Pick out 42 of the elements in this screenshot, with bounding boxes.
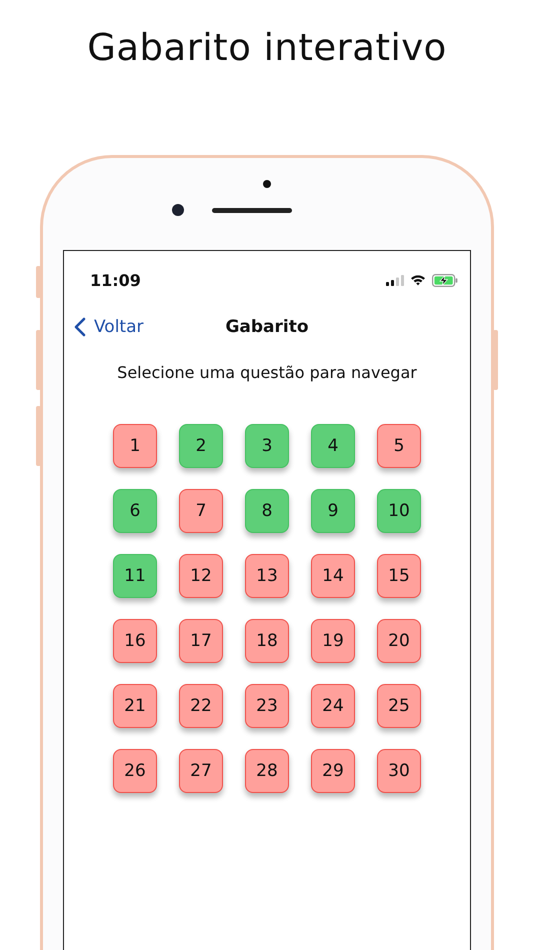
question-button[interactable]: 22 xyxy=(179,684,223,728)
battery-charging-icon xyxy=(432,274,458,286)
question-button[interactable]: 12 xyxy=(179,554,223,598)
question-button[interactable]: 6 xyxy=(113,489,157,533)
question-button[interactable]: 15 xyxy=(377,554,421,598)
sensor-icon xyxy=(263,180,271,188)
question-button[interactable]: 28 xyxy=(245,749,289,793)
question-button[interactable]: 18 xyxy=(245,619,289,663)
question-button[interactable]: 7 xyxy=(179,489,223,533)
status-time: 11:09 xyxy=(90,270,141,290)
wifi-icon xyxy=(410,274,426,286)
question-button[interactable]: 25 xyxy=(377,684,421,728)
question-button[interactable]: 13 xyxy=(245,554,289,598)
question-button[interactable]: 10 xyxy=(377,489,421,533)
question-button[interactable]: 23 xyxy=(245,684,289,728)
question-button[interactable]: 30 xyxy=(377,749,421,793)
question-button[interactable]: 17 xyxy=(179,619,223,663)
question-button[interactable]: 9 xyxy=(311,489,355,533)
question-button[interactable]: 1 xyxy=(113,424,157,468)
question-button[interactable]: 20 xyxy=(377,619,421,663)
question-button[interactable]: 27 xyxy=(179,749,223,793)
question-button[interactable]: 21 xyxy=(113,684,157,728)
question-button[interactable]: 19 xyxy=(311,619,355,663)
instruction-text: Selecione uma questão para navegar xyxy=(116,363,418,382)
speaker-icon xyxy=(212,208,292,212)
question-button[interactable]: 4 xyxy=(311,424,355,468)
back-button[interactable]: Voltar xyxy=(74,317,144,337)
question-button[interactable]: 16 xyxy=(113,619,157,663)
question-button[interactable]: 8 xyxy=(245,489,289,533)
question-button[interactable]: 5 xyxy=(377,424,421,468)
question-button[interactable]: 14 xyxy=(311,554,355,598)
camera-icon xyxy=(172,204,184,216)
question-button[interactable]: 26 xyxy=(113,749,157,793)
signal-icon xyxy=(386,274,404,286)
question-button[interactable]: 29 xyxy=(311,749,355,793)
question-button[interactable]: 11 xyxy=(113,554,157,598)
headline: Gabarito interativo xyxy=(87,26,447,70)
screen-title: Gabarito xyxy=(225,317,309,337)
question-button[interactable]: 2 xyxy=(179,424,223,468)
question-button[interactable]: 24 xyxy=(311,684,355,728)
chevron-left-icon xyxy=(74,317,86,337)
question-button[interactable]: 3 xyxy=(245,424,289,468)
